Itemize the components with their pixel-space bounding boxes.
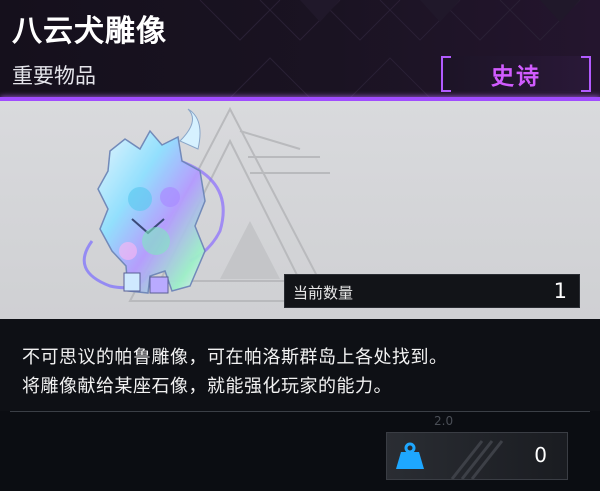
rarity-label: 史诗 — [491, 64, 541, 90]
item-name: 八云犬雕像 — [12, 14, 167, 49]
description-line: 不可思议的帕鲁雕像，可在帕洛斯群岛上各处找到。 — [22, 347, 448, 368]
weight-box: 0 — [386, 432, 568, 480]
weight-icon — [396, 442, 424, 469]
item-footer: 2.0 0 — [0, 412, 600, 491]
item-detail-panel: 八云犬雕像 重要物品 史诗 当前数量 1 不可思议的帕鲁雕像，可在帕洛斯群岛上各… — [0, 0, 600, 491]
item-header: 八云犬雕像 重要物品 史诗 — [0, 0, 600, 98]
quantity-row: 当前数量 1 — [284, 274, 580, 308]
item-image-area: 当前数量 1 — [0, 101, 600, 319]
quantity-value: 1 — [553, 279, 567, 303]
rarity-badge: 史诗 — [441, 56, 591, 92]
quantity-label: 当前数量 — [293, 284, 354, 302]
weight-box-pattern — [450, 440, 504, 479]
version-label: 2.0 — [434, 414, 454, 428]
item-description: 不可思议的帕鲁雕像，可在帕洛斯群岛上各处找到。 将雕像献给某座石像，就能强化玩家… — [0, 319, 600, 411]
weight-value: 0 — [534, 443, 547, 467]
item-category: 重要物品 — [12, 64, 96, 88]
description-line: 将雕像献给某座石像，就能强化玩家的能力。 — [22, 376, 392, 397]
